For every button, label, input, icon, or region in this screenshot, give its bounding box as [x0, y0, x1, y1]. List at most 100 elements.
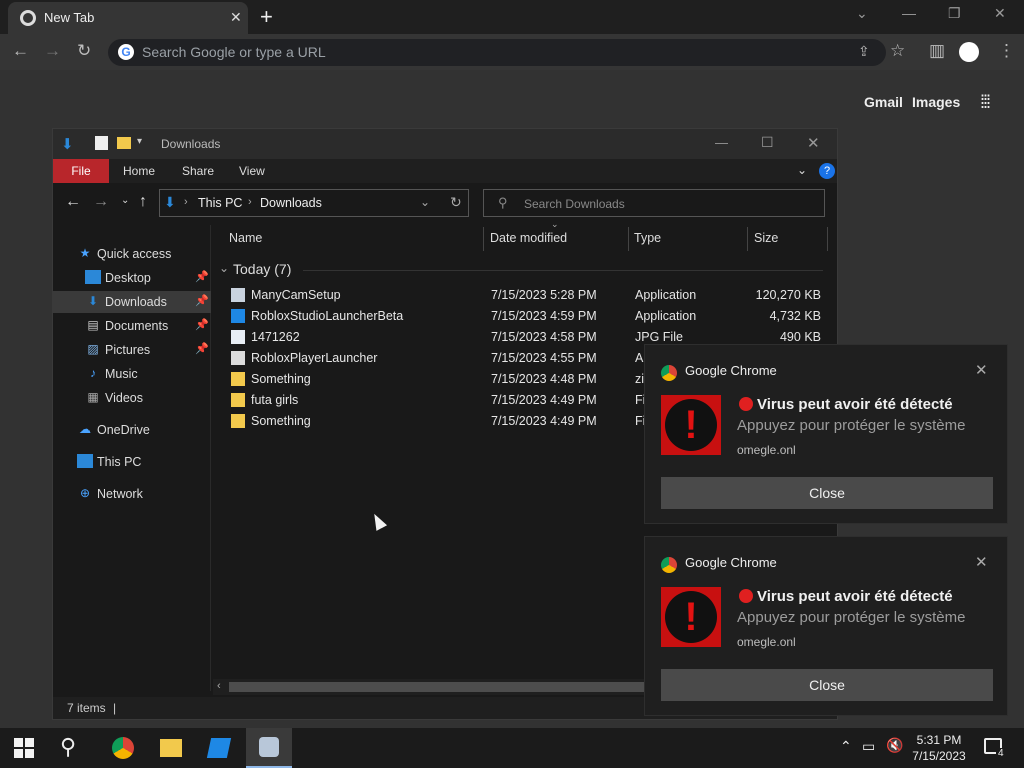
nav-quick-access[interactable]: ★ Quick access [53, 243, 211, 265]
taskbar-roblox-icon[interactable] [196, 728, 242, 768]
close-window-icon[interactable]: ✕ [994, 5, 1006, 22]
file-row[interactable]: ManyCamSetup 7/15/2023 5:28 PM Application… [229, 285, 829, 306]
desktop-icon [85, 270, 101, 284]
file-date: 7/15/2023 4:55 PM [491, 351, 597, 365]
tray-overflow-icon[interactable]: ⌃ [840, 738, 852, 755]
side-panel-icon[interactable]: ▥ [929, 41, 945, 61]
column-header-size[interactable]: Size [754, 231, 778, 245]
column-divider[interactable] [483, 227, 484, 251]
item-count: 7 items [67, 701, 106, 715]
group-header[interactable]: Today (7) [233, 261, 291, 277]
tab-close-icon[interactable]: ✕ [230, 9, 242, 26]
ribbon-tab-view[interactable]: View [239, 164, 265, 178]
ribbon-tab-file[interactable]: File [53, 159, 109, 183]
scroll-left-icon[interactable]: ‹ [217, 680, 221, 692]
nav-onedrive[interactable]: ☁ OneDrive [53, 419, 211, 441]
ribbon-tab-home[interactable]: Home [123, 164, 155, 178]
nav-downloads[interactable]: ⬇ Downloads 📌 [53, 291, 211, 313]
bookmark-star-icon[interactable]: ☆ [890, 41, 905, 61]
warning-exclamation-icon: ! [661, 395, 721, 455]
notification-dismiss-icon[interactable]: ✕ [975, 553, 988, 571]
menu-kebab-icon[interactable]: ⋮ [998, 41, 1015, 61]
new-tab-button[interactable]: + [260, 4, 273, 30]
apps-grid-icon[interactable]: ⁞⁞⁞ [980, 92, 991, 113]
search-icon[interactable]: ⚲ [60, 734, 76, 760]
tab-new-tab[interactable]: New Tab ✕ [8, 2, 248, 34]
address-bar[interactable]: ⬇ › This PC › Downloads ⌄ ↻ [159, 189, 469, 217]
nav-back-icon[interactable]: ← [65, 193, 81, 211]
ribbon-tab-share[interactable]: Share [182, 164, 214, 178]
folder-icon [160, 739, 182, 757]
notification-toast[interactable]: Google Chrome ✕! Virus peut avoir été déte… [644, 344, 1008, 524]
nav-desktop[interactable]: Desktop 📌 [53, 267, 211, 289]
column-divider[interactable] [827, 227, 828, 251]
file-row[interactable]: RobloxStudioLauncherBeta 7/15/2023 4:59 P… [229, 306, 829, 327]
pin-icon[interactable]: 📌 [195, 294, 209, 307]
reload-icon[interactable]: ↻ [77, 41, 91, 61]
network-status-icon[interactable]: ▭ [862, 738, 875, 755]
share-icon[interactable]: ⇪ [858, 43, 870, 60]
recent-locations-icon[interactable]: ⌄ [121, 195, 129, 206]
tab-search-icon[interactable]: ⌄ [856, 5, 868, 22]
notification-close-button[interactable]: Close [661, 477, 993, 509]
forward-icon[interactable]: → [44, 41, 61, 61]
images-link[interactable]: Images [912, 94, 960, 110]
pin-icon[interactable]: 📌 [195, 318, 209, 331]
nav-pictures[interactable]: ▨ Pictures 📌 [53, 339, 211, 361]
nav-music[interactable]: ♪ Music [53, 363, 211, 385]
column-header-type[interactable]: Type [634, 231, 661, 245]
column-divider[interactable] [628, 227, 629, 251]
taskbar-explorer-icon[interactable] [148, 728, 194, 768]
minimize-icon[interactable]: — [902, 5, 916, 21]
notification-dismiss-icon[interactable]: ✕ [975, 361, 988, 379]
picture-icon: ▨ [87, 342, 99, 356]
help-icon[interactable]: ? [819, 163, 835, 179]
nav-videos[interactable]: ▦ Videos [53, 387, 211, 409]
system-clock[interactable]: 5:31 PM 7/15/2023 [904, 732, 974, 764]
notification-source: omegle.onl [737, 443, 796, 457]
column-header-name[interactable]: Name [229, 231, 262, 245]
nav-documents[interactable]: ▤ Documents 📌 [53, 315, 211, 337]
breadcrumb-downloads[interactable]: Downloads [260, 196, 322, 210]
volume-muted-icon[interactable]: 🔇 [886, 737, 903, 754]
nav-label: Desktop [105, 271, 151, 285]
file-size: 490 KB [779, 330, 821, 344]
refresh-icon[interactable]: ↻ [450, 194, 462, 211]
document-icon: ▤ [87, 318, 99, 332]
qat-dropdown-icon[interactable]: ▾ [137, 136, 142, 147]
group-collapse-icon[interactable]: ⌄ [219, 261, 229, 275]
restore-icon[interactable]: ❐ [948, 5, 961, 22]
column-header-date[interactable]: Date modified [490, 231, 567, 245]
breadcrumb-this-pc[interactable]: This PC [198, 196, 242, 210]
image-file-icon [231, 330, 245, 344]
nav-label: Documents [105, 319, 169, 333]
nav-this-pc[interactable]: This PC [53, 451, 211, 473]
explorer-minimize-icon[interactable]: — [715, 135, 728, 150]
chrome-icon [20, 10, 36, 26]
pin-icon[interactable]: 📌 [195, 342, 209, 355]
nav-forward-icon[interactable]: → [93, 193, 109, 211]
address-dropdown-icon[interactable]: ⌄ [420, 195, 430, 209]
omnibox[interactable]: G Search Google or type a URL ⇪ [108, 39, 886, 66]
taskbar-chrome-icon[interactable] [100, 728, 146, 768]
back-icon[interactable]: ← [12, 41, 29, 61]
chrome-icon [112, 737, 134, 759]
properties-icon[interactable] [95, 136, 108, 150]
windows-start-icon[interactable] [14, 738, 34, 758]
column-divider[interactable] [747, 227, 748, 251]
explorer-maximize-icon[interactable]: ☐ [761, 134, 774, 151]
pin-icon[interactable]: 📌 [195, 270, 209, 283]
nav-network[interactable]: ⊕ Network [53, 483, 211, 505]
up-folder-icon[interactable]: ↑ [139, 193, 147, 211]
notification-toast[interactable]: Google Chrome ✕! Virus peut avoir été déte… [644, 536, 1008, 716]
profile-avatar[interactable] [959, 42, 979, 62]
breadcrumb-separator: › [184, 196, 188, 208]
notification-close-button[interactable]: Close [661, 669, 993, 701]
scroll-thumb[interactable] [229, 682, 649, 692]
search-downloads-input[interactable]: ⚲ Search Downloads [483, 189, 825, 217]
ribbon-expand-icon[interactable]: ⌄ [797, 163, 807, 177]
gmail-link[interactable]: Gmail [864, 94, 903, 110]
new-folder-icon[interactable] [117, 137, 131, 149]
taskbar-installer-icon[interactable] [246, 728, 292, 768]
explorer-close-icon[interactable]: ✕ [807, 134, 820, 152]
